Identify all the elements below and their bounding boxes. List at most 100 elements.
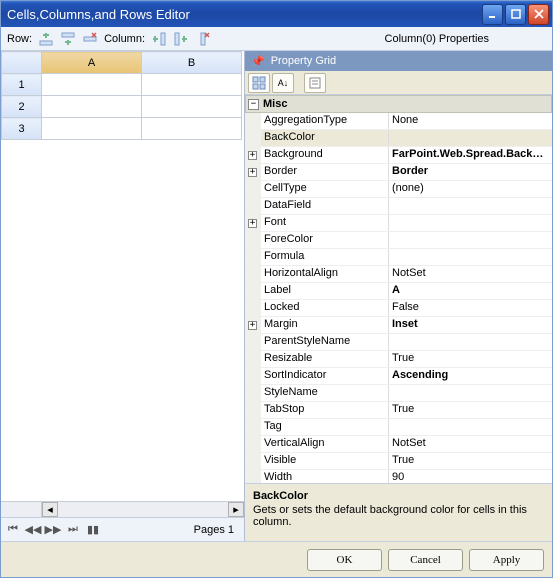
property-row[interactable]: +MarginInset <box>245 317 552 334</box>
property-name: Width <box>261 470 389 483</box>
column-header[interactable]: B <box>142 52 242 74</box>
row-insert-icon[interactable] <box>38 31 54 47</box>
property-row[interactable]: DataField <box>245 198 552 215</box>
property-row[interactable]: +BorderBorder <box>245 164 552 181</box>
column-label: Column: <box>104 33 145 45</box>
property-row[interactable]: +BackgroundFarPoint.Web.Spread.Backgroun… <box>245 147 552 164</box>
last-page-button[interactable]: ⏭ <box>65 522 81 538</box>
cell[interactable] <box>42 118 142 140</box>
pushpin-icon[interactable]: 📌 <box>251 55 265 68</box>
column-insert-icon[interactable] <box>151 31 167 47</box>
property-value[interactable]: None <box>389 113 552 129</box>
property-value[interactable] <box>389 130 552 146</box>
sheet-table[interactable]: AB 123 <box>1 51 242 140</box>
property-row[interactable]: CellType(none) <box>245 181 552 198</box>
expand-icon[interactable]: + <box>248 151 257 160</box>
cell[interactable] <box>142 74 242 96</box>
expand-toggle-icon[interactable]: − <box>248 99 259 110</box>
property-value[interactable] <box>389 198 552 214</box>
row-delete-icon[interactable] <box>82 31 98 47</box>
property-pages-button[interactable] <box>304 73 326 93</box>
property-category[interactable]: −Misc <box>245 95 552 113</box>
expand-icon[interactable]: + <box>248 168 257 177</box>
ok-button[interactable]: OK <box>307 549 382 571</box>
property-row[interactable]: ParentStyleName <box>245 334 552 351</box>
row-header[interactable]: 2 <box>2 96 42 118</box>
property-value[interactable]: Border <box>389 164 552 180</box>
property-name: Visible <box>261 453 389 469</box>
property-value[interactable] <box>389 334 552 350</box>
property-value[interactable]: True <box>389 402 552 418</box>
property-grid-toolbar: A↓ <box>245 71 552 95</box>
pause-button[interactable]: ▮▮ <box>85 522 101 538</box>
expand-cell[interactable]: + <box>245 164 261 180</box>
sheet-corner[interactable] <box>2 52 42 74</box>
expand-cell[interactable]: + <box>245 317 261 333</box>
property-value[interactable] <box>389 419 552 435</box>
property-value[interactable] <box>389 385 552 401</box>
property-value[interactable]: True <box>389 453 552 469</box>
property-value[interactable]: False <box>389 300 552 316</box>
property-value[interactable]: (none) <box>389 181 552 197</box>
property-value[interactable]: A <box>389 283 552 299</box>
prev-page-button[interactable]: ◀◀ <box>25 522 41 538</box>
property-row[interactable]: HorizontalAlignNotSet <box>245 266 552 283</box>
property-grid-body[interactable]: −MiscAggregationTypeNoneBackColor+Backgr… <box>245 95 552 483</box>
property-row[interactable]: Width90 <box>245 470 552 483</box>
property-value[interactable] <box>389 232 552 248</box>
property-row[interactable]: LabelA <box>245 283 552 300</box>
column-delete-icon[interactable] <box>195 31 211 47</box>
expand-cell <box>245 470 261 483</box>
property-row[interactable]: Tag <box>245 419 552 436</box>
property-row[interactable]: +Font <box>245 215 552 232</box>
column-header[interactable]: A <box>42 52 142 74</box>
scroll-right-button[interactable]: ▸ <box>228 502 244 517</box>
property-value[interactable]: NotSet <box>389 266 552 282</box>
row-header[interactable]: 1 <box>2 74 42 96</box>
property-value[interactable] <box>389 215 552 231</box>
apply-button[interactable]: Apply <box>469 549 544 571</box>
property-row[interactable]: VerticalAlignNotSet <box>245 436 552 453</box>
first-page-button[interactable]: ⏮ <box>5 522 21 538</box>
property-value[interactable]: 90 <box>389 470 552 483</box>
expand-icon[interactable]: + <box>248 219 257 228</box>
maximize-button[interactable] <box>505 4 526 25</box>
property-row[interactable]: SortIndicatorAscending <box>245 368 552 385</box>
property-row[interactable]: TabStopTrue <box>245 402 552 419</box>
minimize-button[interactable] <box>482 4 503 25</box>
cell[interactable] <box>42 96 142 118</box>
expand-cell[interactable]: + <box>245 215 261 231</box>
horizontal-scrollbar[interactable]: ◂ ▸ <box>1 501 244 517</box>
grid-area[interactable]: AB 123 <box>1 51 244 501</box>
cell[interactable] <box>142 118 242 140</box>
cell[interactable] <box>142 96 242 118</box>
property-row[interactable]: AggregationTypeNone <box>245 113 552 130</box>
scroll-left-button[interactable]: ◂ <box>42 502 58 517</box>
pages-label: Pages 1 <box>105 524 240 536</box>
next-page-button[interactable]: ▶▶ <box>45 522 61 538</box>
property-value[interactable]: Inset <box>389 317 552 333</box>
alphabetical-button[interactable]: A↓ <box>272 73 294 93</box>
property-value[interactable]: NotSet <box>389 436 552 452</box>
expand-icon[interactable]: + <box>248 321 257 330</box>
expand-cell[interactable]: + <box>245 147 261 163</box>
property-row[interactable]: ResizableTrue <box>245 351 552 368</box>
property-row[interactable]: LockedFalse <box>245 300 552 317</box>
column-insert-after-icon[interactable] <box>173 31 189 47</box>
property-row[interactable]: VisibleTrue <box>245 453 552 470</box>
property-value[interactable]: FarPoint.Web.Spread.Background <box>389 147 552 163</box>
property-value[interactable]: True <box>389 351 552 367</box>
property-value[interactable] <box>389 249 552 265</box>
property-row[interactable]: StyleName <box>245 385 552 402</box>
cell[interactable] <box>42 74 142 96</box>
property-row[interactable]: BackColor <box>245 130 552 147</box>
row-header[interactable]: 3 <box>2 118 42 140</box>
categorized-button[interactable] <box>248 73 270 93</box>
property-row[interactable]: ForeColor <box>245 232 552 249</box>
dialog-button-bar: OK Cancel Apply <box>1 541 552 577</box>
property-value[interactable]: Ascending <box>389 368 552 384</box>
close-button[interactable] <box>528 4 549 25</box>
cancel-button[interactable]: Cancel <box>388 549 463 571</box>
row-insert-after-icon[interactable] <box>60 31 76 47</box>
property-row[interactable]: Formula <box>245 249 552 266</box>
